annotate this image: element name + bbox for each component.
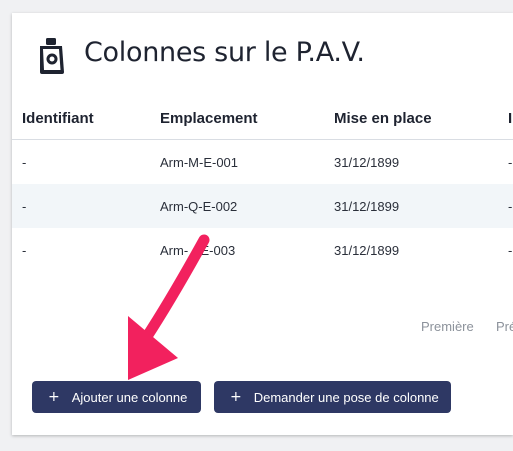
table-row[interactable]: - Arm-Q-E-002 31/12/1899 - [12, 184, 513, 228]
table-row[interactable]: - Arm-M-E-001 31/12/1899 - [12, 140, 513, 184]
annotation-arrow-icon [128, 234, 210, 380]
pagination-first[interactable]: Première [421, 319, 474, 334]
cell-identifiant: - [22, 155, 27, 170]
cell-extra: - [508, 155, 513, 170]
request-column-label: Demander une pose de colonne [253, 389, 439, 405]
request-column-button[interactable]: + Demander une pose de colonne [214, 381, 451, 413]
columns-table: Identifiant Emplacement Mise en place I … [12, 99, 513, 272]
cell-mise-en-place: 31/12/1899 [334, 199, 400, 214]
cell-extra: - [508, 243, 513, 258]
columns-card: Colonnes sur le P.A.V. Identifiant Empla… [12, 13, 513, 435]
table-row[interactable]: - Arm- -E-003 31/12/1899 - [12, 228, 513, 272]
cell-emplacement: Arm-Q-E-002 [160, 199, 238, 214]
cell-emplacement: Arm-M-E-001 [160, 155, 239, 170]
column-header-emplacement[interactable]: Emplacement [160, 110, 258, 127]
column-container-icon [40, 38, 64, 74]
pagination-previous[interactable]: Pré [496, 319, 513, 334]
plus-icon: + [48, 389, 60, 405]
column-header-truncated[interactable]: I [508, 110, 512, 127]
cell-identifiant: - [22, 199, 27, 214]
cell-identifiant: - [22, 243, 27, 258]
cell-mise-en-place: 31/12/1899 [334, 243, 400, 258]
column-header-mise-en-place[interactable]: Mise en place [334, 110, 432, 127]
cell-mise-en-place: 31/12/1899 [334, 155, 400, 170]
cell-extra: - [508, 199, 513, 214]
page-title: Colonnes sur le P.A.V. [84, 37, 365, 68]
column-header-identifiant[interactable]: Identifiant [22, 110, 94, 127]
table-header: Identifiant Emplacement Mise en place I [12, 99, 513, 140]
card-header: Colonnes sur le P.A.V. [12, 13, 513, 93]
